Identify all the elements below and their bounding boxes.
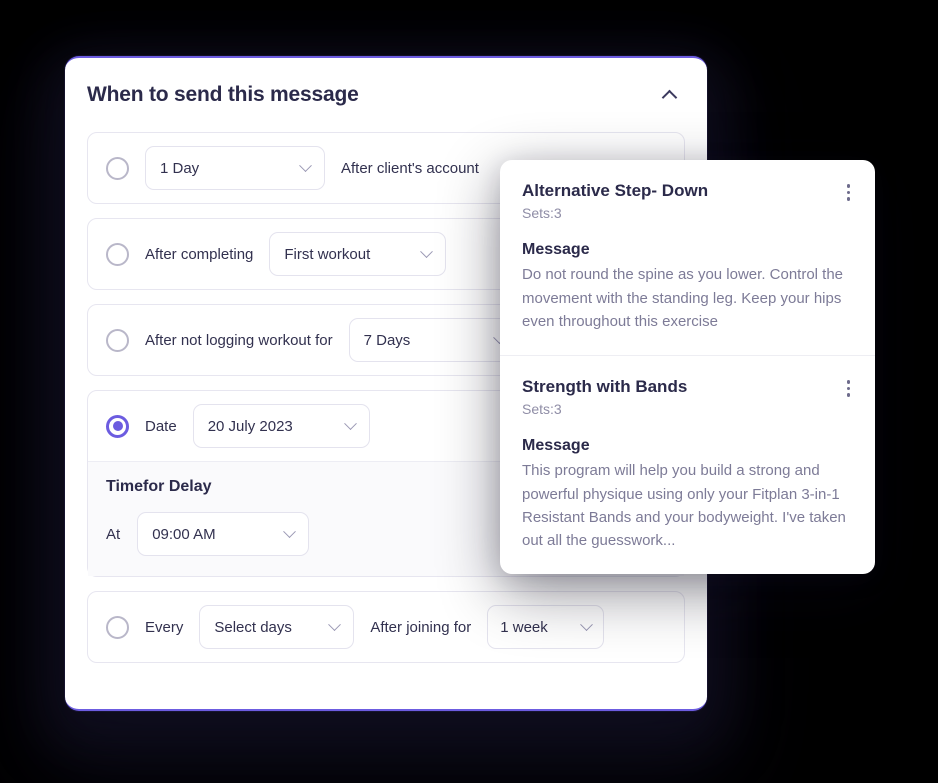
chevron-down-icon	[343, 416, 357, 430]
kebab-dot	[846, 190, 850, 194]
chevron-up-icon[interactable]	[655, 81, 683, 109]
label-after-client-account: After client's account	[341, 159, 479, 177]
chevron-down-icon	[420, 244, 434, 258]
message-text: This program will help you build a stron…	[522, 462, 846, 549]
exercise-card-strength-with-bands: Strength with Bands Sets:3 Message This …	[500, 355, 875, 574]
kebab-menu-icon[interactable]	[844, 180, 854, 205]
kebab-dot	[846, 386, 850, 390]
select-days-value: Select days	[214, 618, 292, 636]
exercise-card-heading-group: Strength with Bands Sets:3	[522, 376, 687, 417]
label-every: Every	[145, 618, 184, 636]
radio-not-logging[interactable]	[106, 328, 129, 352]
message-label: Message	[522, 241, 590, 259]
label-after-completing: After completing	[145, 245, 254, 263]
select-workout-type-value: First workout	[284, 245, 371, 263]
label-date: Date	[145, 417, 177, 435]
page-title: When to send this message	[87, 83, 359, 106]
message-text: Do not round the spine as you lower. Con…	[522, 266, 844, 330]
radio-date[interactable]	[106, 414, 129, 438]
select-delay-days-value: 1 Day	[160, 159, 200, 177]
radio-after-completing[interactable]	[106, 242, 129, 266]
select-date-value: 20 July 2023	[207, 417, 293, 435]
kebab-dot	[846, 197, 850, 201]
exercise-card-heading-group: Alternative Step- Down Sets:3	[522, 180, 708, 221]
kebab-dot	[846, 184, 850, 188]
option-row-content: Every Select days After joining for 1 we…	[88, 592, 684, 662]
select-not-logging-days-value: 7 Days	[363, 331, 411, 349]
message-label: Message	[522, 437, 590, 455]
kebab-menu-icon[interactable]	[844, 376, 854, 401]
select-workout-type[interactable]: First workout	[269, 232, 447, 276]
label-after-joining-for: After joining for	[370, 618, 472, 636]
exercise-sets: Sets:3	[522, 205, 562, 222]
select-joining-duration[interactable]: 1 week	[487, 605, 605, 649]
radio-account-created[interactable]	[106, 156, 129, 180]
label-at: At	[106, 525, 121, 543]
select-days[interactable]: Select days	[199, 605, 355, 649]
exercise-title: Strength with Bands	[522, 377, 688, 396]
select-delay-days[interactable]: 1 Day	[145, 146, 325, 190]
radio-every[interactable]	[106, 615, 129, 639]
label-after-not-logging: After not logging workout for	[145, 331, 333, 349]
chevron-up-glyph	[661, 89, 677, 105]
select-time[interactable]: 09:00 AM	[137, 512, 310, 556]
exercise-detail-popover: Alternative Step- Down Sets:3 Message Do…	[500, 160, 875, 575]
chevron-down-icon	[328, 617, 342, 631]
kebab-dot	[846, 380, 850, 384]
exercise-card-header: Strength with Bands Sets:3	[522, 376, 853, 417]
chevron-down-icon	[283, 524, 297, 538]
exercise-title: Alternative Step- Down	[522, 181, 709, 200]
select-time-value: 09:00 AM	[152, 525, 216, 543]
select-joining-duration-value: 1 week	[500, 618, 548, 636]
chevron-down-icon	[580, 617, 594, 631]
exercise-card-alternative-step-down: Alternative Step- Down Sets:3 Message Do…	[500, 160, 875, 355]
card-header: When to send this message	[65, 58, 707, 132]
exercise-sets: Sets:3	[522, 401, 562, 418]
chevron-down-icon	[299, 158, 312, 172]
exercise-card-header: Alternative Step- Down Sets:3	[522, 180, 853, 221]
select-date[interactable]: 20 July 2023	[192, 404, 370, 448]
option-row-every: Every Select days After joining for 1 we…	[87, 591, 685, 663]
kebab-dot	[846, 393, 850, 397]
select-not-logging-days[interactable]: 7 Days	[348, 318, 519, 362]
